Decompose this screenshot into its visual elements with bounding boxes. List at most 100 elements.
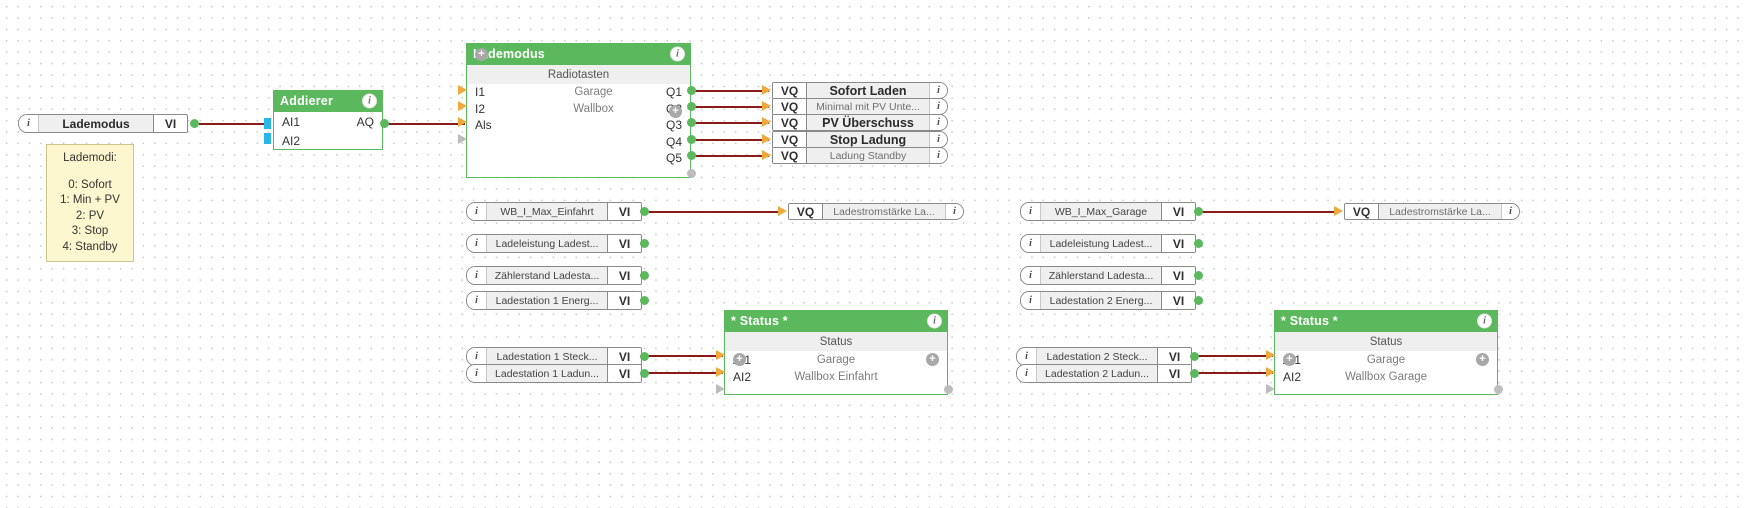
info-icon[interactable]: i (929, 83, 947, 98)
info-icon[interactable]: i (927, 313, 942, 329)
add-output-button[interactable]: + (669, 105, 682, 118)
input-terminal-ladestation-1-ladun[interactable]: i Ladestation 1 Ladun... VI (466, 364, 642, 383)
input-pin-i1[interactable] (458, 85, 467, 95)
output-pin-q4[interactable] (687, 135, 696, 144)
input-terminal-zaehlerstand-ladesta-2[interactable]: i Zählerstand Ladesta... VI (1020, 266, 1196, 285)
add-input-button[interactable]: + (1283, 353, 1296, 366)
output-pin-wb-i-max-einfahrt[interactable] (640, 207, 649, 216)
input-pin-status2-ai1[interactable] (1266, 350, 1275, 360)
add-output-button[interactable]: + (926, 353, 939, 366)
output-pin-zaehlerstand-ladesta-1[interactable] (640, 271, 649, 280)
input-pin-i2[interactable] (458, 101, 467, 111)
input-pin-addierer-ai1[interactable] (264, 118, 271, 129)
block-body-lademodus: I1 Garage Q1 I2 Wallbox Q2 Als Q3 Q4 Q5 … (467, 48, 690, 176)
input-label-ladestation-2-ladun: Ladestation 2 Ladun... (1036, 365, 1157, 382)
info-icon: i (467, 267, 486, 284)
pin-desc-garage: Garage (816, 353, 856, 366)
output-pin-ladestation-2-ladun[interactable] (1190, 369, 1199, 378)
output-pin-ladeleistung-ladest-2[interactable] (1194, 239, 1203, 248)
add-output-button[interactable]: + (1476, 353, 1489, 366)
input-terminal-zaehlerstand-ladesta-1[interactable]: i Zählerstand Ladesta... VI (466, 266, 642, 285)
info-icon[interactable]: i (929, 132, 947, 147)
pin-label-q1: Q1 (665, 85, 682, 100)
output-pin-addierer-aq[interactable] (380, 119, 389, 128)
block-status-1[interactable]: * Status * i Status AI1 Garage AI2 Wallb… (724, 310, 948, 395)
info-icon[interactable]: i (670, 46, 685, 62)
output-pin-ladeleistung-ladest-1[interactable] (640, 239, 649, 248)
pin-desc-garage: Garage (574, 86, 613, 99)
input-pin-vq-sofort-laden[interactable] (762, 85, 771, 95)
terminal-tag-vi: VI (607, 235, 641, 252)
output-pin-q2[interactable] (687, 102, 696, 111)
output-pin-q5[interactable] (687, 151, 696, 160)
pin-desc-wallbox-garage: Wallbox Garage (1344, 370, 1428, 383)
block-lademodus[interactable]: Lademodus i Radiotasten I1 Garage Q1 I2 … (466, 43, 691, 178)
output-pin-new[interactable] (687, 169, 696, 178)
output-label-ladestromstaerke-garage: Ladestromstärke La... (1379, 204, 1501, 219)
input-pin-als[interactable] (458, 117, 467, 127)
info-icon[interactable]: i (929, 99, 947, 114)
input-pin-vq-stop-ladung[interactable] (762, 134, 771, 144)
output-pin-ladestation-2-energ[interactable] (1194, 296, 1203, 305)
info-icon[interactable]: i (929, 148, 947, 163)
fbd-canvas[interactable]: i Lademodus VI Lademodi: 0: Sofort 1: Mi… (0, 0, 1745, 508)
info-icon[interactable]: i (945, 204, 963, 219)
output-pin-status1-new[interactable] (944, 385, 953, 394)
terminal-tag-vi: VI (1161, 235, 1195, 252)
add-input-button[interactable]: + (475, 48, 488, 61)
input-label-lademodus: Lademodus (38, 115, 153, 132)
output-pin-ladestation-2-steck[interactable] (1190, 352, 1199, 361)
add-input-button[interactable]: + (733, 353, 746, 366)
input-pin-status1-ai1[interactable] (716, 350, 725, 360)
output-pin-status2-new[interactable] (1494, 385, 1503, 394)
terminal-tag-vi: VI (1161, 267, 1195, 284)
input-label-ladestation-1-ladun: Ladestation 1 Ladun... (486, 365, 607, 382)
input-terminal-ladestation-1-energ[interactable]: i Ladestation 1 Energ... VI (466, 291, 642, 310)
input-pin-addierer-ai2[interactable] (264, 133, 271, 144)
output-terminal-minimal-mit-pv[interactable]: VQ Minimal mit PV Unte... i (772, 98, 948, 115)
input-pin-vq-ladestrom-garage[interactable] (1334, 206, 1343, 216)
info-icon[interactable]: i (929, 115, 947, 130)
info-icon[interactable]: i (1501, 204, 1519, 219)
input-pin-status1-ai2[interactable] (716, 367, 725, 377)
output-pin-lademodus[interactable] (190, 119, 199, 128)
input-label-ladestation-1-steck: Ladestation 1 Steck... (486, 348, 607, 365)
input-pin-vq-ladung-standby[interactable] (762, 150, 771, 160)
input-terminal-ladeleistung-ladest-2[interactable]: i Ladeleistung Ladest... VI (1020, 234, 1196, 253)
info-icon[interactable]: i (1477, 313, 1492, 329)
input-terminal-ladestation-2-energ[interactable]: i Ladestation 2 Energ... VI (1020, 291, 1196, 310)
input-pin-vq-pv-ueberschuss[interactable] (762, 117, 771, 127)
output-terminal-ladung-standby[interactable]: VQ Ladung Standby i (772, 147, 948, 164)
block-addierer[interactable]: Addierer i AI1 AQ AI2 (273, 90, 383, 150)
output-terminal-sofort-laden[interactable]: VQ Sofort Laden i (772, 82, 948, 99)
output-terminal-ladestromstaerke-garage[interactable]: VQ Ladestromstärke La... i (1344, 203, 1520, 220)
input-pin-status2-new[interactable] (1266, 384, 1275, 394)
output-terminal-ladestromstaerke-einfahrt[interactable]: VQ Ladestromstärke La... i (788, 203, 964, 220)
output-terminal-pv-ueberschuss[interactable]: VQ PV Überschuss i (772, 114, 948, 131)
output-pin-q3[interactable] (687, 118, 696, 127)
output-pin-q1[interactable] (687, 86, 696, 95)
wire-q5 (691, 155, 769, 157)
block-status-2[interactable]: * Status * i Status AI1 Garage AI2 Wallb… (1274, 310, 1498, 395)
output-pin-ladestation-1-energ[interactable] (640, 296, 649, 305)
input-terminal-wb-i-max-garage[interactable]: i WB_I_Max_Garage VI (1020, 202, 1196, 221)
output-pin-wb-i-max-garage[interactable] (1194, 207, 1203, 216)
input-terminal-ladestation-2-ladun[interactable]: i Ladestation 2 Ladun... VI (1016, 364, 1192, 383)
info-icon[interactable]: i (362, 93, 377, 109)
comment-note-lademodi[interactable]: Lademodi: 0: Sofort 1: Min + PV 2: PV 3:… (46, 144, 134, 262)
info-icon: i (467, 292, 486, 309)
input-terminal-ladeleistung-ladest-1[interactable]: i Ladeleistung Ladest... VI (466, 234, 642, 253)
input-pin-vq-ladestrom-einfahrt[interactable] (778, 206, 787, 216)
output-terminal-stop-ladung[interactable]: VQ Stop Ladung i (772, 131, 948, 148)
input-pin-status2-ai2[interactable] (1266, 367, 1275, 377)
output-pin-ladestation-1-steck[interactable] (640, 352, 649, 361)
input-pin-new[interactable] (458, 134, 467, 144)
input-terminal-wb-i-max-einfahrt[interactable]: i WB_I_Max_Einfahrt VI (466, 202, 642, 221)
input-pin-vq-minimal-pv[interactable] (762, 101, 771, 111)
output-pin-ladestation-1-ladun[interactable] (640, 369, 649, 378)
input-pin-status1-new[interactable] (716, 384, 725, 394)
input-label-ladeleistung-ladest-2: Ladeleistung Ladest... (1040, 235, 1161, 252)
output-pin-zaehlerstand-ladesta-2[interactable] (1194, 271, 1203, 280)
input-terminal-lademodus[interactable]: i Lademodus VI (18, 114, 188, 133)
block-subtitle-status-2: Status (1275, 332, 1497, 351)
